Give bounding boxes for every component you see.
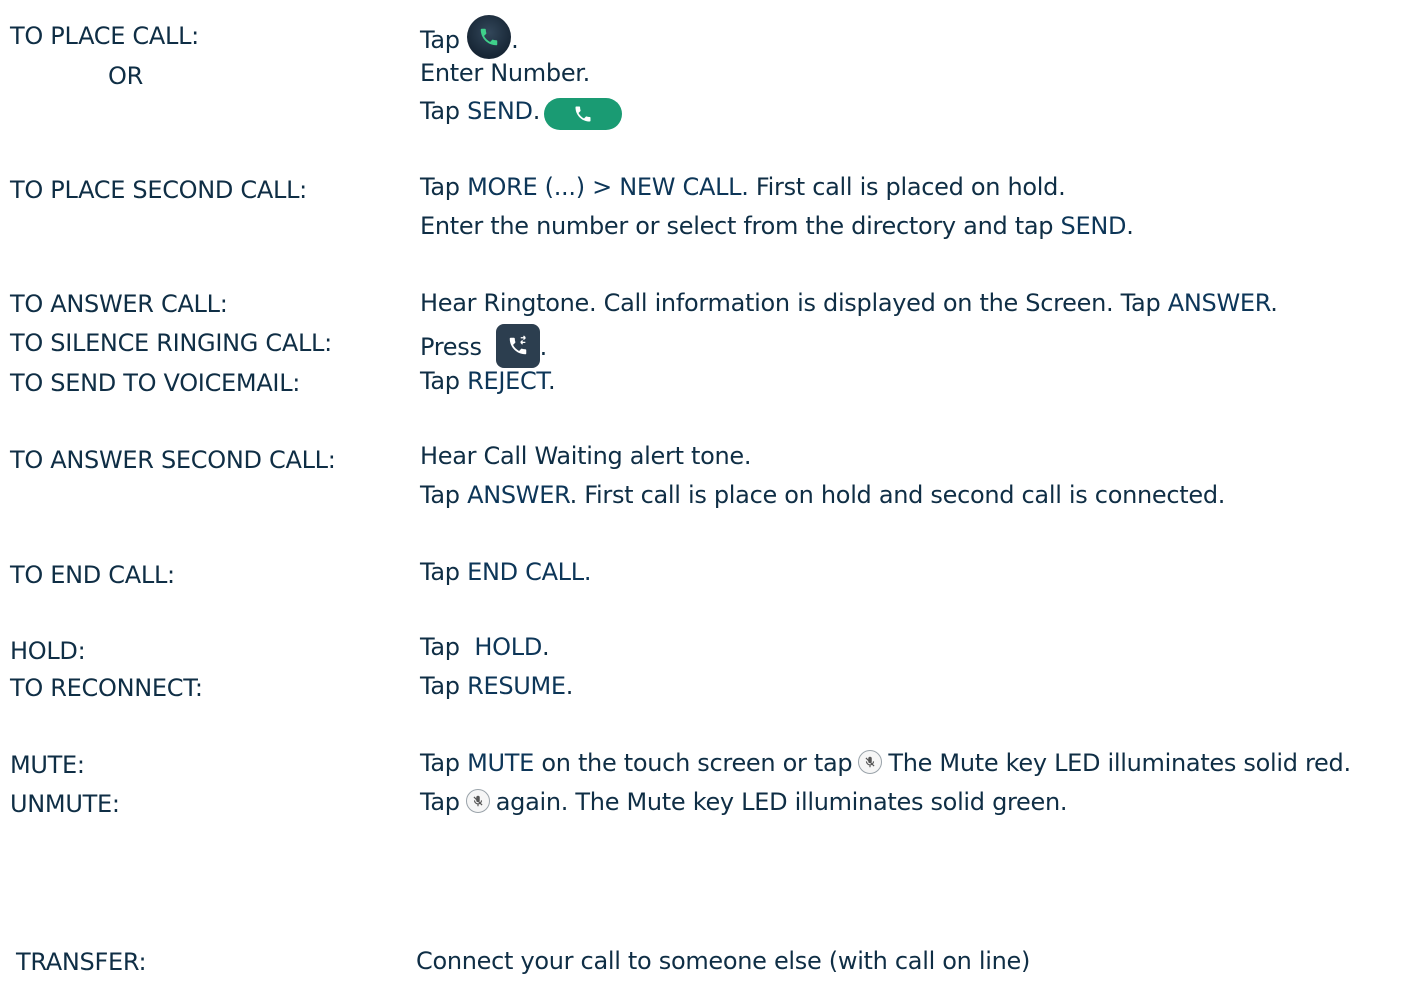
instruction-answer-second-2: Tap ANSWER. First call is place on hold … — [420, 481, 1226, 509]
label-reconnect: TO RECONNECT: — [10, 674, 203, 702]
instruction-hold: Tap HOLD. — [420, 633, 550, 661]
instruction-voicemail: Tap REJECT. — [420, 367, 556, 395]
label-unmute: UNMUTE: — [10, 790, 120, 818]
instruction-silence: Press . — [420, 324, 547, 370]
instruction-transfer: Connect your call to someone else (with … — [416, 947, 1031, 975]
keyword-end-call: END CALL. — [467, 558, 592, 586]
label-voicemail: TO SEND TO VOICEMAIL: — [10, 369, 301, 397]
keyword-send: SEND — [1060, 212, 1127, 240]
label-or: OR — [108, 62, 143, 90]
instruction-place-call-3: Tap SEND. — [420, 96, 623, 130]
phone-silence-icon — [495, 324, 540, 368]
keyword-answer: ANSWER — [467, 481, 570, 509]
instruction-unmute: Tap again. The Mute key LED illuminates … — [420, 788, 1068, 816]
microphone-mute-icon — [465, 789, 490, 813]
instruction-place-call-2: Enter Number. — [420, 59, 590, 87]
label-silence: TO SILENCE RINGING CALL: — [10, 329, 332, 357]
label-mute: MUTE: — [10, 751, 85, 779]
tap-text: Tap — [420, 26, 460, 54]
keyword-reject: REJECT — [467, 367, 548, 395]
microphone-mute-icon — [858, 750, 883, 774]
instruction-answer-second-1: Hear Call Waiting alert tone. — [420, 442, 752, 470]
label-transfer: TRANSFER: — [16, 948, 147, 976]
instruction-end-call: Tap END CALL. — [420, 558, 592, 586]
label-end-call: TO END CALL: — [10, 561, 175, 589]
keyword-mute: MUTE — [467, 749, 534, 777]
keyword-more-new-call: MORE (...) > NEW CALL. — [467, 173, 749, 201]
instruction-second-call-2: Enter the number or select from the dire… — [420, 212, 1134, 240]
keyword-answer: ANSWER — [1167, 289, 1271, 317]
label-answer-call: TO ANSWER CALL: — [10, 290, 228, 318]
phone-icon — [467, 15, 512, 59]
keyword-send: SEND — [467, 97, 533, 125]
label-place-call: TO PLACE CALL: — [10, 22, 199, 50]
label-answer-second-call: TO ANSWER SECOND CALL: — [10, 446, 336, 474]
keyword-resume: RESUME — [467, 672, 566, 700]
label-second-call: TO PLACE SECOND CALL: — [10, 176, 307, 204]
instruction-answer-call: Hear Ringtone. Call information is displ… — [420, 289, 1278, 317]
label-hold: HOLD: — [10, 637, 86, 665]
keyword-hold: HOLD — [474, 633, 542, 661]
instruction-reconnect: Tap RESUME. — [420, 672, 574, 700]
instruction-mute: Tap MUTE on the touch screen or tap The … — [420, 749, 1351, 777]
send-button-icon — [544, 98, 623, 130]
instruction-place-call-1: Tap . — [420, 15, 519, 63]
instruction-second-call-1: Tap MORE (...) > NEW CALL. First call is… — [420, 173, 1066, 201]
